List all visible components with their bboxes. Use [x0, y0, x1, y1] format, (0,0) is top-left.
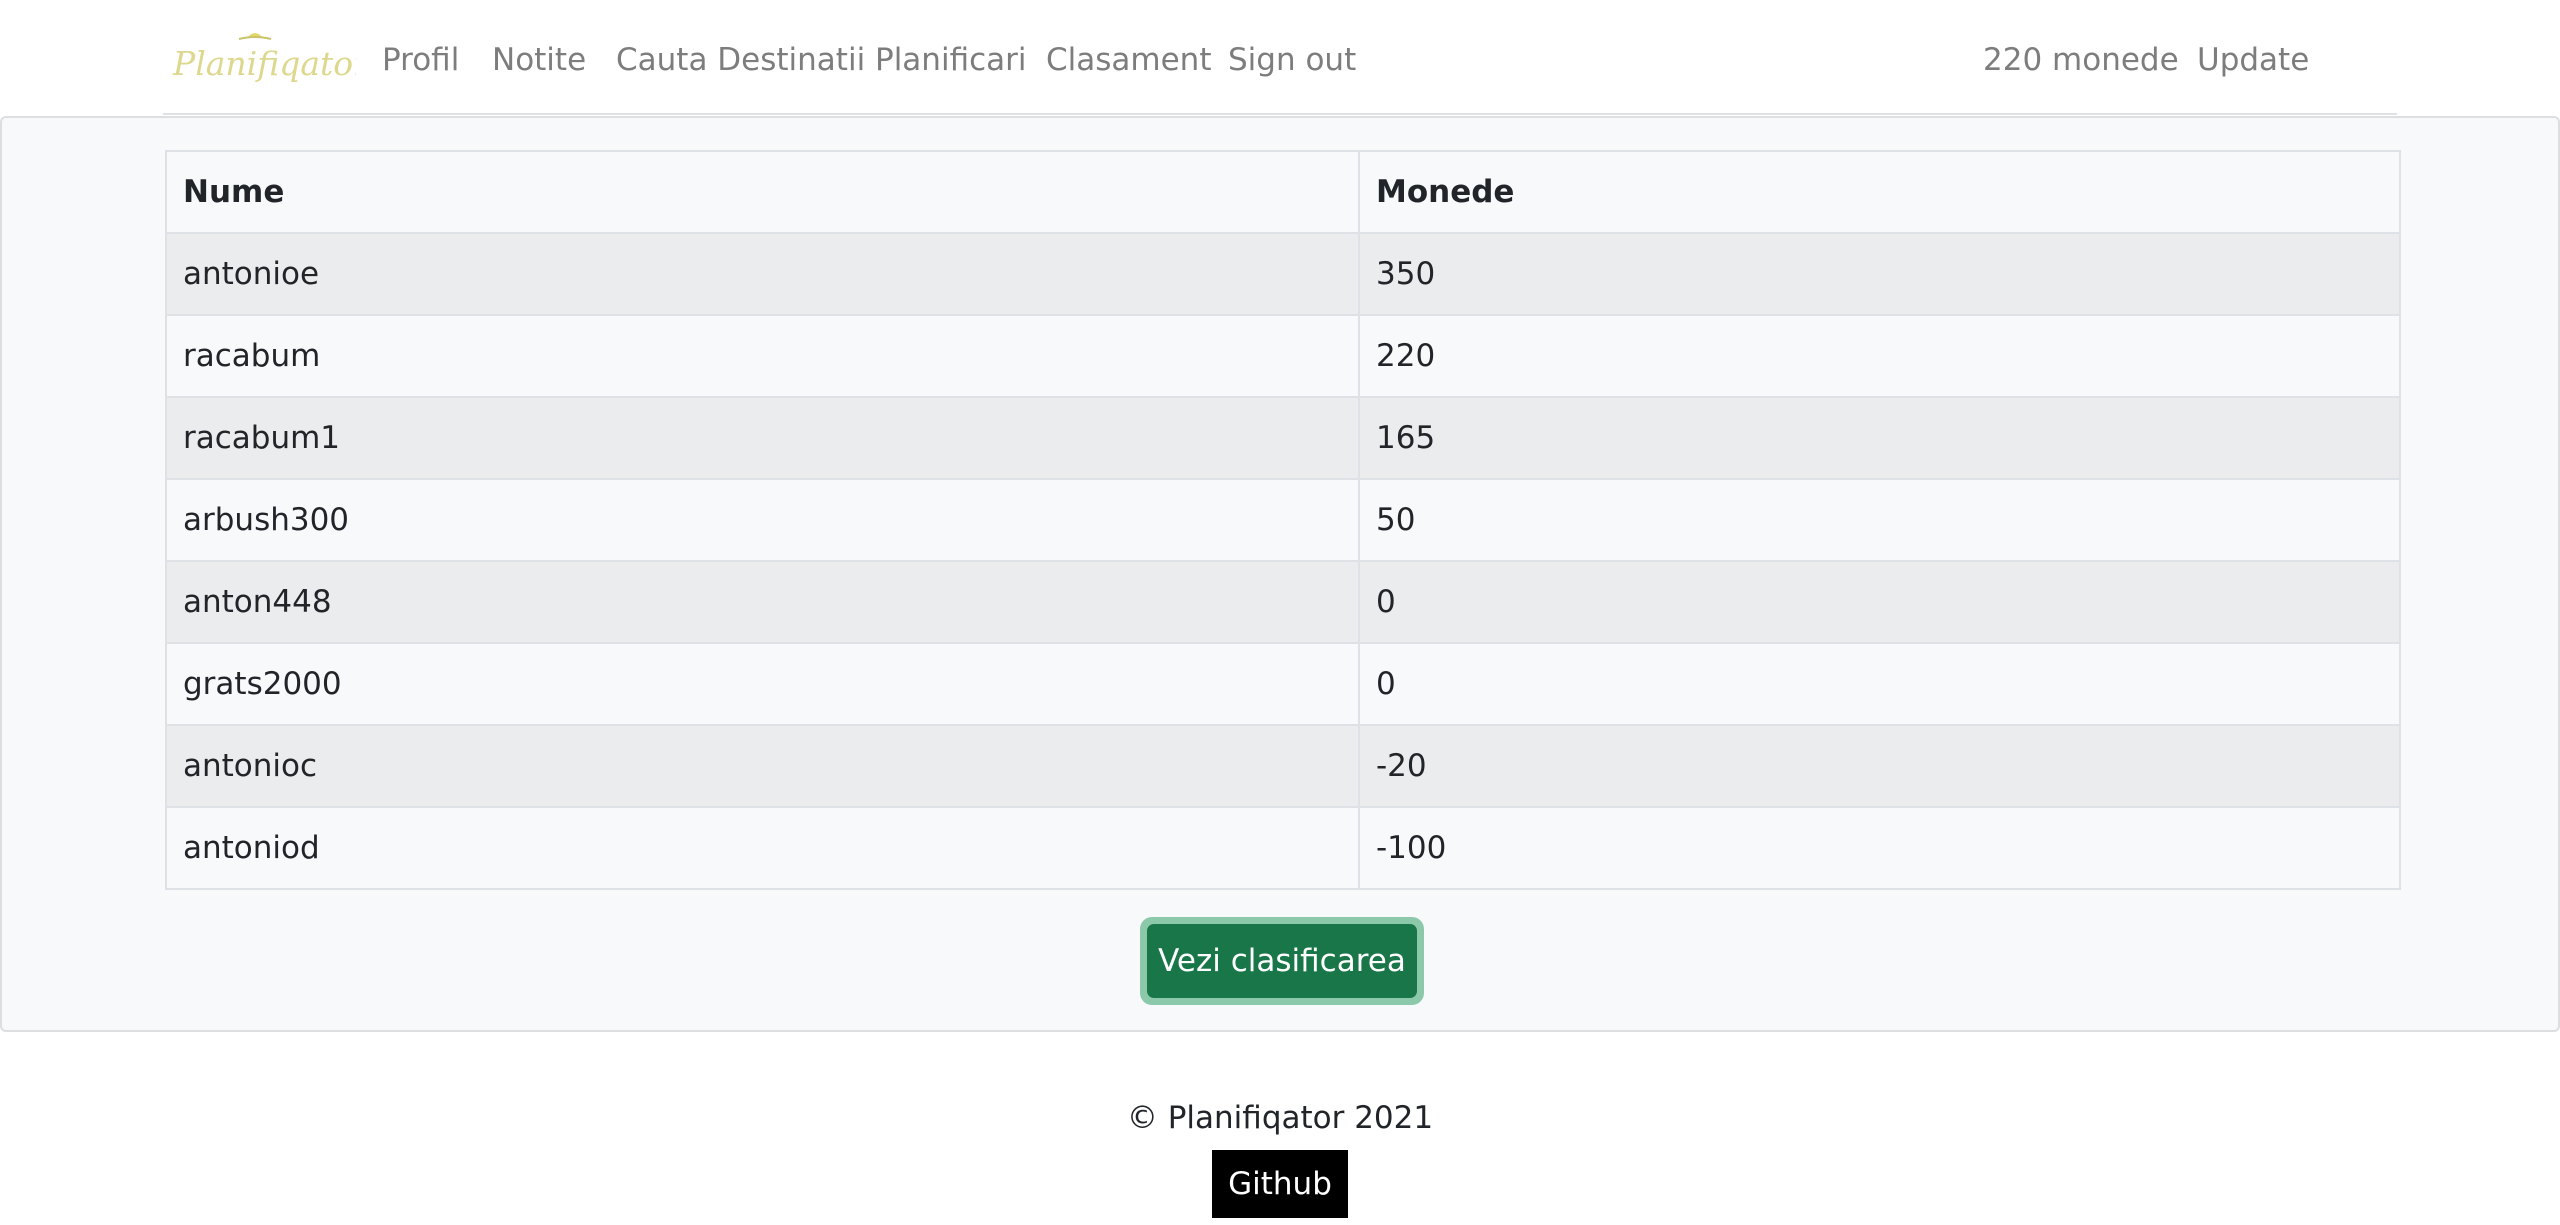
cell-coins: 50	[1358, 478, 2401, 562]
cell-coins: -100	[1358, 806, 2401, 890]
table-row: grats2000 0	[165, 642, 2401, 726]
nav-cauta-destinatii[interactable]: Cauta Destinatii	[616, 36, 865, 84]
cell-name: antonioe	[165, 232, 1360, 316]
table-row: anton448 0	[165, 560, 2401, 644]
table-row: racabum1 165	[165, 396, 2401, 480]
cell-coins: 0	[1358, 560, 2401, 644]
ranking-table: Nume Monede antonioe 350 racabum 220 rac…	[165, 150, 2401, 890]
column-header-monede: Monede	[1358, 150, 2401, 234]
view-ranking-focus-ring: Vezi clasificarea	[1140, 917, 1424, 1005]
copyright-text: © Planifiqator 2021	[1126, 1100, 1434, 1136]
cell-coins: 165	[1358, 396, 2401, 480]
table-row: antonioc -20	[165, 724, 2401, 808]
cell-name: racabum	[165, 314, 1360, 398]
nav-update[interactable]: Update	[2197, 36, 2309, 84]
cell-name: antonioc	[165, 724, 1360, 808]
github-button[interactable]: Github	[1212, 1150, 1348, 1218]
cell-coins: -20	[1358, 724, 2401, 808]
view-ranking-button[interactable]: Vezi clasificarea	[1147, 924, 1417, 998]
cell-name: racabum1	[165, 396, 1360, 480]
planifiqator-logo-icon: Planifiqator	[172, 33, 356, 83]
table-row: antoniod -100	[165, 806, 2401, 890]
nav-profil[interactable]: Profil	[382, 36, 459, 84]
brand-name: Planifiqator	[172, 44, 356, 83]
cell-coins: 350	[1358, 232, 2401, 316]
cell-name: anton448	[165, 560, 1360, 644]
cell-coins: 220	[1358, 314, 2401, 398]
ranking-panel: Nume Monede antonioe 350 racabum 220 rac…	[0, 116, 2560, 1032]
top-navbar: Planifiqator Profil Notite Cauta Destina…	[163, 0, 2397, 115]
cell-name: grats2000	[165, 642, 1360, 726]
table-row: antonioe 350	[165, 232, 2401, 316]
table-row: arbush300 50	[165, 478, 2401, 562]
cell-name: antoniod	[165, 806, 1360, 890]
nav-planificari[interactable]: Planificari	[875, 36, 1027, 84]
column-header-nume: Nume	[165, 150, 1360, 234]
cell-name: arbush300	[165, 478, 1360, 562]
nav-sign-out[interactable]: Sign out	[1228, 36, 1356, 84]
nav-clasament[interactable]: Clasament	[1046, 36, 1211, 84]
brand-logo[interactable]: Planifiqator	[171, 30, 356, 90]
table-row: racabum 220	[165, 314, 2401, 398]
table-header-row: Nume Monede	[165, 150, 2401, 234]
coins-balance: 220 monede	[1983, 42, 2179, 78]
cell-coins: 0	[1358, 642, 2401, 726]
nav-notite[interactable]: Notite	[492, 36, 586, 84]
